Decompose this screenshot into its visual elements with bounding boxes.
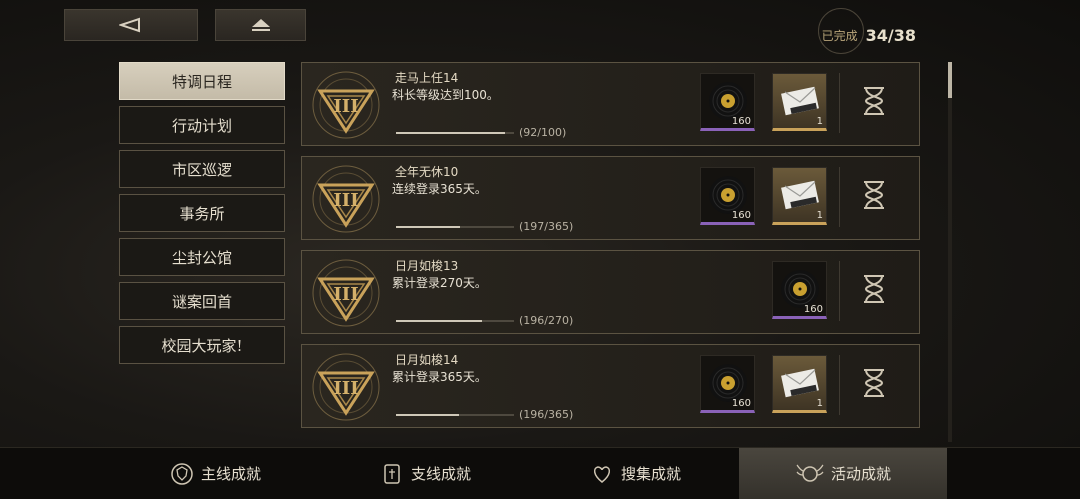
nav-label: 支线成就 [410,465,471,483]
reward-count: 160 [803,304,823,315]
tab-dusty-mansion[interactable]: 尘封公馆 [119,238,285,276]
reward-letter[interactable]: 1 [772,73,827,131]
reward-record[interactable]: 160 [700,73,755,131]
progress-bar [396,226,514,228]
bottom-nav: 主线成就 支线成就 搜集成就 活动成就 [0,447,1080,499]
reward-letter[interactable]: 1 [772,355,827,413]
claim-status[interactable] [860,367,888,403]
hourglass-icon [864,275,884,303]
progress-text: (196/270) [519,314,574,327]
nav-side-achievements[interactable]: 支线成就 [360,448,490,499]
tab-city-patrol[interactable]: 市区巡逻 [119,150,285,188]
reward-letter[interactable]: 1 [772,167,827,225]
progress-text: (196/365) [519,408,574,421]
progress-text: (197/365) [519,220,574,233]
reward-count: 1 [816,398,823,409]
achievement-row[interactable]: III 全年无休10 连续登录365天。 (197/365) 160 1 [301,156,920,240]
completion-value: 34/38 [865,26,916,45]
svg-text:III: III [333,190,358,211]
completion-counter: 已完成 34/38 [822,26,916,45]
achievement-desc: 科长等级达到100。 [392,88,499,102]
achievement-list: III 走马上任14 科长等级达到100。 (92/100) 160 1 III… [301,62,920,438]
hourglass-icon [864,181,884,209]
divider [839,73,840,133]
divider [839,355,840,415]
reward-count: 160 [731,398,751,409]
claim-status[interactable] [860,273,888,309]
achievement-title: 日月如梭13 [395,259,459,273]
achievement-desc: 连续登录365天。 [392,182,487,196]
achievement-row[interactable]: III 日月如梭13 累计登录270天。 (196/270) 160 [301,250,920,334]
achievement-title: 日月如梭14 [395,353,459,367]
progress-bar [396,132,514,134]
nav-main-achievements[interactable]: 主线成就 [150,448,280,499]
progress-fill [396,132,505,134]
letter-envelope-icon [781,86,819,116]
nav-label: 搜集成就 [620,465,681,483]
scroll-badge-icon [384,463,400,484]
achievement-title: 走马上任14 [395,71,459,85]
claim-status[interactable] [860,85,888,121]
reward-count: 160 [731,210,751,221]
scrollbar[interactable] [948,62,952,442]
back-button[interactable] [64,9,198,41]
reward-record[interactable]: 160 [700,167,755,225]
letter-envelope-icon [781,368,819,398]
letter-envelope-icon [781,180,819,210]
nav-event-achievements[interactable]: 活动成就 [739,448,947,499]
progress-fill [396,320,482,322]
tab-action-plan[interactable]: 行动计划 [119,106,285,144]
achievement-desc: 累计登录270天。 [392,276,487,290]
completion-label: 已完成 [821,29,858,43]
svg-text:III: III [333,284,358,305]
achievement-emblem-icon: III [312,353,380,421]
home-eject-icon [251,19,270,31]
reward-count: 1 [816,116,823,127]
reward-record[interactable]: 160 [700,355,755,413]
reward-count: 1 [816,210,823,221]
nav-collection-achievements[interactable]: 搜集成就 [570,448,700,499]
home-button[interactable] [215,9,306,41]
hourglass-icon [864,369,884,397]
category-tabs: 特调日程 行动计划 市区巡逻 事务所 尘封公馆 谜案回首 校园大玩家! [119,62,285,370]
nav-label: 主线成就 [200,465,261,483]
tab-case-review[interactable]: 谜案回首 [119,282,285,320]
divider [839,167,840,227]
achievement-emblem-icon: III [312,259,380,327]
shield-badge-icon [171,462,193,485]
reward-record[interactable]: 160 [772,261,827,319]
heart-badge-icon [593,465,611,483]
back-arrow-icon [119,17,140,33]
svg-text:III: III [333,96,358,117]
tab-special-schedule[interactable]: 特调日程 [119,62,285,100]
progress-fill [396,414,460,416]
svg-text:III: III [333,378,358,399]
divider [839,261,840,321]
achievement-desc: 累计登录365天。 [392,370,487,384]
tab-office[interactable]: 事务所 [119,194,285,232]
achievement-emblem-icon: III [312,71,380,139]
progress-text: (92/100) [519,126,567,139]
progress-bar [396,320,514,322]
tab-campus-player[interactable]: 校园大玩家! [119,326,285,364]
reward-count: 160 [731,116,751,127]
hourglass-icon [864,87,884,115]
claim-status[interactable] [860,179,888,215]
scrollbar-thumb[interactable] [948,62,952,98]
achievement-emblem-icon: III [312,165,380,233]
progress-bar [396,414,514,416]
achievement-row[interactable]: III 日月如梭14 累计登录365天。 (196/365) 160 1 [301,344,920,428]
achievement-title: 全年无休10 [395,165,459,179]
nav-label: 活动成就 [830,465,891,483]
winged-badge-icon [796,464,824,482]
achievement-row[interactable]: III 走马上任14 科长等级达到100。 (92/100) 160 1 [301,62,920,146]
progress-fill [396,226,460,228]
